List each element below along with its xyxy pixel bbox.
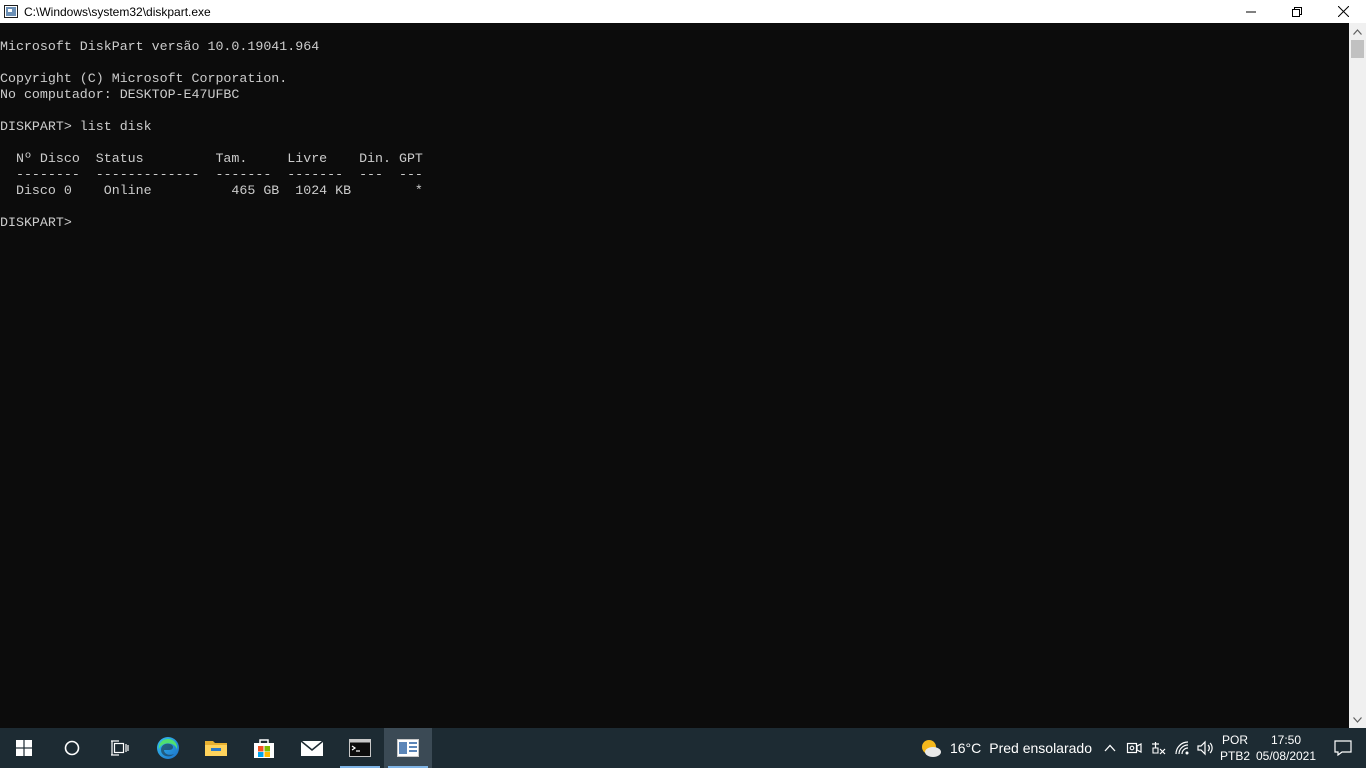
vertical-scrollbar[interactable]	[1349, 23, 1366, 728]
language-code: POR	[1221, 733, 1248, 747]
console-prompt-line[interactable]: DISKPART>	[0, 215, 1349, 231]
start-button[interactable]	[0, 728, 48, 768]
input-indicator-button[interactable]	[1146, 728, 1170, 768]
window-title: C:\Windows\system32\diskpart.exe	[24, 4, 211, 19]
volume-button[interactable]	[1194, 728, 1218, 768]
terminal-icon	[349, 739, 371, 757]
keyboard-ime-icon	[1152, 742, 1166, 755]
store-bag-icon	[254, 739, 274, 758]
console-line: No computador: DESKTOP-E47UFBC	[0, 87, 240, 102]
console-window-icon	[4, 5, 18, 18]
network-button[interactable]	[1170, 728, 1194, 768]
scrollbar-thumb[interactable]	[1351, 40, 1364, 58]
weather-temperature: 16°C	[949, 740, 982, 756]
console-line: -------- ------------- ------- ------- -…	[0, 167, 423, 182]
task-view-button[interactable]	[96, 728, 144, 768]
notification-icon	[1334, 740, 1352, 756]
system-tray: 16°C Pred ensolarado POR PTB2 17:50 05/0…	[914, 728, 1366, 768]
close-button[interactable]	[1320, 0, 1366, 23]
webcam-icon	[1126, 742, 1142, 754]
restore-icon	[1292, 6, 1302, 17]
mail-icon	[300, 740, 324, 756]
meet-now-button[interactable]	[1122, 728, 1146, 768]
language-indicator[interactable]: POR PTB2	[1218, 732, 1252, 764]
close-icon	[1337, 6, 1349, 17]
sun-cloud-icon	[921, 740, 941, 757]
weather-widget[interactable]: 16°C Pred ensolarado	[914, 728, 1098, 768]
file-explorer-button[interactable]	[192, 728, 240, 768]
minimize-icon	[1246, 11, 1256, 12]
chevron-up-icon	[1353, 28, 1362, 35]
console-output[interactable]: Microsoft DiskPart versão 10.0.19041.964…	[0, 23, 1349, 728]
title-bar[interactable]: C:\Windows\system32\diskpart.exe	[0, 0, 1366, 23]
chevron-up-icon	[1104, 744, 1116, 752]
clock[interactable]: 17:50 05/08/2021	[1252, 732, 1320, 764]
cmd-button[interactable]	[336, 728, 384, 768]
diskpart-button[interactable]	[384, 728, 432, 768]
action-center-button[interactable]	[1320, 728, 1366, 768]
minimize-button[interactable]	[1228, 0, 1274, 23]
clock-time: 17:50	[1270, 733, 1302, 747]
edge-button[interactable]	[144, 728, 192, 768]
clock-date: 05/08/2021	[1255, 749, 1317, 763]
show-hidden-icons-button[interactable]	[1098, 728, 1122, 768]
speaker-icon	[1197, 740, 1213, 756]
weather-condition: Pred ensolarado	[989, 740, 1092, 756]
cortana-circle-icon	[64, 740, 80, 756]
taskbar: 16°C Pred ensolarado POR PTB2 17:50 05/0…	[0, 728, 1366, 768]
wifi-icon	[1175, 741, 1189, 755]
console-line: DISKPART> list disk	[0, 119, 152, 134]
restore-button[interactable]	[1274, 0, 1320, 23]
store-button[interactable]	[240, 728, 288, 768]
console-line: Microsoft DiskPart versão 10.0.19041.964	[0, 39, 320, 54]
scroll-up-button[interactable]	[1349, 23, 1366, 40]
console-line: Copyright (C) Microsoft Corporation.	[0, 71, 288, 86]
edge-icon	[157, 737, 179, 759]
windows-logo-icon	[16, 740, 32, 756]
console-line: Nº Disco Status Tam. Livre Din. GPT	[0, 151, 423, 166]
window-controls	[1228, 0, 1366, 23]
search-button[interactable]	[48, 728, 96, 768]
folder-icon	[205, 741, 227, 756]
mail-button[interactable]	[288, 728, 336, 768]
console-window-icon	[397, 739, 419, 757]
scroll-down-button[interactable]	[1349, 711, 1366, 728]
task-view-icon	[111, 740, 129, 756]
keyboard-layout: PTB2	[1219, 749, 1250, 763]
console-line: Disco 0 Online 465 GB 1024 KB *	[0, 183, 423, 198]
chevron-down-icon	[1353, 716, 1362, 723]
